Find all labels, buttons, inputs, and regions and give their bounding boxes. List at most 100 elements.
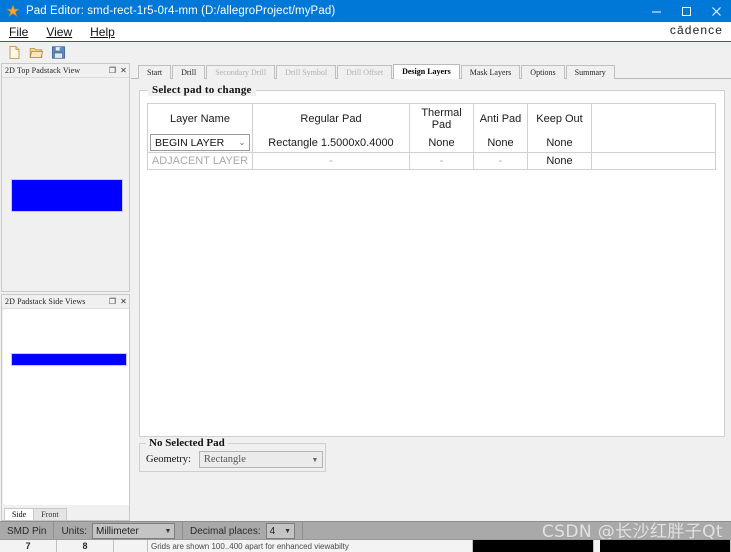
status-pin-type: SMD Pin: [0, 522, 55, 540]
left-dock-column: 2D Top Padstack View ❐ ✕ 2D Padstack Sid…: [0, 62, 131, 522]
menu-item-view-label: View: [46, 24, 73, 39]
background-note: Grids are shown 100..400 apart for enhan…: [148, 540, 473, 552]
top-view-pad-shape: [11, 179, 123, 212]
no-selected-pad-title: No Selected Pad: [146, 437, 228, 449]
tab-mask-layers[interactable]: Mask Layers: [460, 65, 521, 79]
background-window-strip: 7 8 Grids are shown 100..400 apart for e…: [0, 539, 731, 552]
chevron-down-icon: ▼: [311, 455, 319, 464]
no-selected-pad-group: No Selected Pad Geometry: Rectangle ▼: [139, 437, 326, 472]
select-pad-group-title: Select pad to change: [148, 84, 256, 96]
layer-name-combo[interactable]: BEGIN LAYER ⌄: [150, 134, 250, 151]
cell-regular-pad-begin[interactable]: Rectangle 1.5000x0.4000: [252, 133, 410, 153]
tab-options[interactable]: Options: [521, 65, 565, 79]
open-file-icon[interactable]: [27, 43, 45, 61]
side-view-tab-side[interactable]: Side: [4, 508, 35, 520]
cell-spacer-begin: [591, 133, 716, 153]
cell-thermal-pad-begin[interactable]: None: [409, 133, 474, 153]
status-units-label: Units:: [61, 525, 88, 537]
pad-editor-window: Pad Editor: smd-rect-1r5-0r4-mm (D:/alle…: [0, 0, 731, 552]
side-view-tab-front[interactable]: Front: [33, 508, 67, 520]
toolbar: [0, 42, 731, 63]
cell-layer-name-adjacent: ADJACENT LAYER: [147, 152, 253, 170]
design-layers-table: Layer Name Regular Pad Thermal Pad Anti …: [147, 103, 716, 170]
table-header-row: Layer Name Regular Pad Thermal Pad Anti …: [147, 103, 716, 133]
decimal-places-value: 4: [269, 525, 276, 537]
panel-side-title-bar: 2D Padstack Side Views ❐ ✕: [2, 295, 129, 309]
save-file-icon[interactable]: [49, 43, 67, 61]
maximize-button[interactable]: [671, 0, 701, 22]
background-cell-c: [114, 540, 148, 552]
side-view-pad-shape: [11, 353, 127, 366]
close-button[interactable]: [701, 0, 731, 22]
decimal-places-combo[interactable]: 4 ▼: [265, 523, 295, 539]
column-header-layer-name: Layer Name: [147, 103, 253, 133]
cell-thermal-pad-adjacent[interactable]: -: [409, 152, 474, 170]
status-decimal-places: Decimal places: 4 ▼: [183, 522, 303, 540]
panel-side-body[interactable]: [2, 309, 129, 505]
panel-top-body[interactable]: [2, 78, 129, 291]
geometry-combo[interactable]: Rectangle ▼: [198, 451, 323, 468]
tab-drill-symbol: Drill Symbol: [276, 65, 337, 79]
cell-keep-out-adjacent[interactable]: None: [527, 152, 592, 170]
cadence-logo: cādence: [669, 23, 723, 37]
design-layers-pane: Select pad to change Layer Name Regular …: [131, 79, 731, 522]
side-view-canvas[interactable]: [3, 310, 128, 504]
status-decimals-label: Decimal places:: [190, 525, 261, 537]
panel-side-float-icon[interactable]: ❐: [107, 296, 118, 307]
menu-item-file[interactable]: File: [0, 24, 37, 40]
chevron-down-icon: ▼: [284, 527, 292, 535]
status-units: Units: Millimeter ▼: [54, 522, 184, 540]
column-header-keep-out: Keep Out: [527, 103, 592, 133]
tab-design-layers[interactable]: Design Layers: [393, 64, 460, 79]
side-view-tabs: Side Front: [2, 505, 129, 520]
cell-anti-pad-adjacent[interactable]: -: [473, 152, 528, 170]
top-view-canvas[interactable]: [3, 79, 128, 290]
menu-bar: File View Help cādence: [0, 22, 731, 41]
column-header-thermal-pad: Thermal Pad: [409, 103, 474, 133]
window-title: Pad Editor: smd-rect-1r5-0r4-mm (D:/alle…: [26, 5, 336, 17]
cell-anti-pad-begin[interactable]: None: [473, 133, 528, 153]
panel-top-float-icon[interactable]: ❐: [107, 65, 118, 76]
chevron-down-icon: ▼: [164, 527, 172, 535]
select-pad-group: Select pad to change Layer Name Regular …: [139, 84, 725, 437]
chevron-down-icon: ⌄: [238, 138, 246, 147]
panel-side-close-icon[interactable]: ✕: [118, 296, 129, 307]
design-layers-table-wrap: Layer Name Regular Pad Thermal Pad Anti …: [147, 103, 716, 170]
main-body: 2D Top Padstack View ❐ ✕ 2D Padstack Sid…: [0, 62, 731, 522]
layer-name-combo-value: BEGIN LAYER: [155, 136, 225, 149]
geometry-row: Geometry: Rectangle ▼: [146, 451, 323, 468]
new-file-icon[interactable]: [5, 43, 23, 61]
geometry-combo-value: Rectangle: [203, 454, 246, 465]
background-cell-a: 7: [0, 540, 57, 552]
panel-side-title: 2D Padstack Side Views: [5, 297, 86, 306]
minimize-button[interactable]: [641, 0, 671, 22]
units-combo-value: Millimeter: [96, 525, 139, 537]
cell-layer-name-begin[interactable]: BEGIN LAYER ⌄: [147, 133, 253, 153]
menu-item-help-label: Help: [90, 24, 115, 39]
window-controls: [641, 0, 731, 22]
geometry-label: Geometry:: [146, 454, 191, 465]
table-row[interactable]: ADJACENT LAYER - - - None: [147, 152, 716, 170]
panel-top-title-bar: 2D Top Padstack View ❐ ✕: [2, 64, 129, 78]
tab-start[interactable]: Start: [138, 65, 172, 79]
tab-secondary-drill: Secondary Drill: [206, 65, 276, 79]
right-content-column: Start Drill Secondary Drill Drill Symbol…: [131, 62, 731, 522]
cell-regular-pad-adjacent[interactable]: -: [252, 152, 410, 170]
menu-item-help[interactable]: Help: [81, 24, 124, 40]
tab-drill-offset: Drill Offset: [337, 65, 393, 79]
panel-2d-padstack-side-views: 2D Padstack Side Views ❐ ✕ Side Front: [1, 294, 130, 521]
status-pin-type-label: SMD Pin: [7, 525, 47, 537]
column-header-anti-pad: Anti Pad: [473, 103, 528, 133]
units-combo[interactable]: Millimeter ▼: [92, 523, 176, 539]
column-header-spacer: [591, 103, 716, 133]
menu-item-view[interactable]: View: [37, 24, 81, 40]
tab-drill[interactable]: Drill: [172, 65, 206, 79]
panel-2d-top-padstack-view: 2D Top Padstack View ❐ ✕: [1, 63, 130, 292]
column-header-regular-pad: Regular Pad: [252, 103, 410, 133]
title-bar: Pad Editor: smd-rect-1r5-0r4-mm (D:/alle…: [0, 0, 731, 22]
table-row[interactable]: BEGIN LAYER ⌄ Rectangle 1.5000x0.4000 No…: [147, 133, 716, 153]
cell-keep-out-begin[interactable]: None: [527, 133, 592, 153]
padeditor-icon: [6, 4, 20, 18]
tab-summary[interactable]: Summary: [565, 65, 615, 79]
panel-top-close-icon[interactable]: ✕: [118, 65, 129, 76]
